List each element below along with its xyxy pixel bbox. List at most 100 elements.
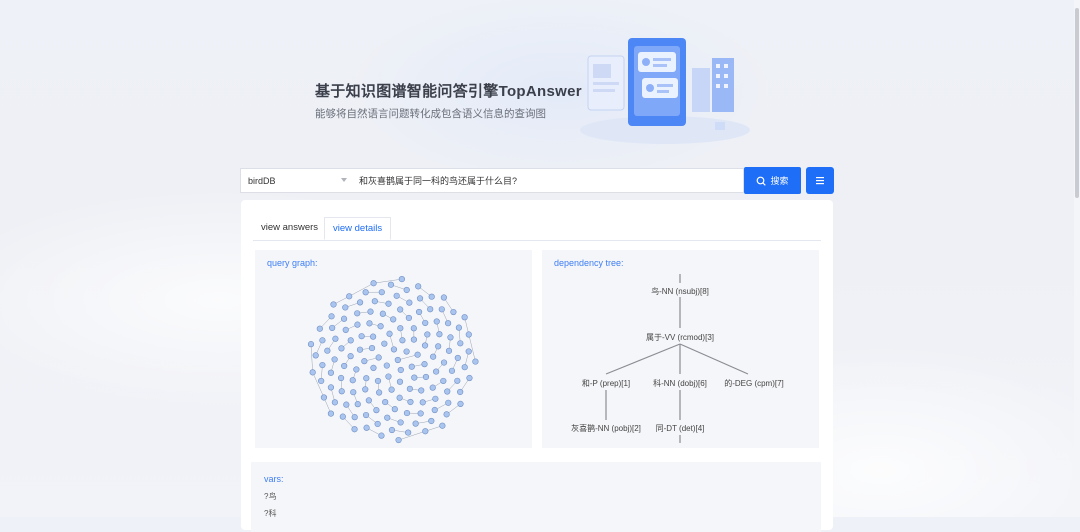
graph-node[interactable]	[364, 425, 370, 431]
graph-node[interactable]	[363, 375, 369, 381]
graph-node[interactable]	[339, 388, 345, 394]
graph-node[interactable]	[328, 385, 334, 391]
graph-node[interactable]	[425, 332, 431, 338]
graph-node[interactable]	[332, 400, 338, 406]
graph-node[interactable]	[409, 364, 415, 370]
graph-node[interactable]	[423, 374, 429, 380]
graph-node[interactable]	[371, 280, 377, 286]
graph-node[interactable]	[407, 386, 413, 392]
query-input[interactable]	[353, 168, 743, 193]
graph-node[interactable]	[440, 423, 446, 429]
graph-node[interactable]	[350, 389, 356, 395]
graph-node[interactable]	[333, 336, 339, 342]
graph-node[interactable]	[387, 331, 393, 337]
graph-node[interactable]	[444, 389, 450, 395]
graph-node[interactable]	[371, 365, 377, 371]
graph-node[interactable]	[308, 341, 314, 347]
graph-node[interactable]	[456, 325, 462, 331]
graph-node[interactable]	[355, 322, 361, 328]
graph-node[interactable]	[374, 407, 380, 413]
graph-node[interactable]	[389, 387, 395, 393]
graph-node[interactable]	[396, 437, 402, 443]
graph-node[interactable]	[434, 319, 440, 325]
graph-node[interactable]	[415, 352, 421, 358]
graph-node[interactable]	[372, 298, 378, 304]
graph-node[interactable]	[332, 357, 338, 363]
graph-node[interactable]	[348, 353, 354, 359]
graph-node[interactable]	[430, 354, 436, 360]
graph-node[interactable]	[340, 414, 346, 420]
graph-node[interactable]	[466, 349, 472, 355]
graph-node[interactable]	[329, 325, 335, 331]
graph-node[interactable]	[458, 340, 464, 346]
graph-node[interactable]	[369, 345, 375, 351]
graph-node[interactable]	[348, 338, 354, 344]
graph-node[interactable]	[325, 348, 331, 354]
graph-node[interactable]	[455, 378, 461, 384]
graph-node[interactable]	[321, 395, 327, 401]
graph-node[interactable]	[423, 428, 429, 434]
graph-node[interactable]	[445, 320, 451, 326]
graph-node[interactable]	[362, 358, 368, 364]
graph-node[interactable]	[341, 316, 347, 322]
graph-node[interactable]	[422, 320, 428, 326]
graph-node[interactable]	[445, 400, 451, 406]
graph-node[interactable]	[346, 294, 352, 300]
graph-node[interactable]	[354, 367, 360, 373]
graph-node[interactable]	[376, 390, 382, 396]
graph-node[interactable]	[444, 412, 450, 418]
graph-node[interactable]	[418, 388, 424, 394]
graph-node[interactable]	[388, 282, 394, 288]
graph-node[interactable]	[418, 411, 424, 417]
graph-node[interactable]	[386, 301, 392, 307]
graph-node[interactable]	[354, 311, 360, 317]
graph-node[interactable]	[363, 412, 369, 418]
graph-node[interactable]	[404, 410, 410, 416]
graph-node[interactable]	[429, 418, 435, 424]
graph-node[interactable]	[441, 378, 447, 384]
graph-node[interactable]	[395, 357, 401, 363]
graph-node[interactable]	[433, 369, 439, 375]
graph-node[interactable]	[328, 411, 334, 417]
graph-node[interactable]	[408, 399, 414, 405]
graph-node[interactable]	[399, 276, 405, 282]
graph-node[interactable]	[352, 426, 358, 432]
graph-node[interactable]	[394, 293, 400, 299]
graph-node[interactable]	[382, 399, 388, 405]
graph-node[interactable]	[398, 420, 404, 426]
graph-node[interactable]	[427, 306, 433, 312]
graph-node[interactable]	[441, 360, 447, 366]
graph-node[interactable]	[386, 374, 392, 380]
graph-node[interactable]	[412, 375, 418, 381]
graph-node[interactable]	[355, 401, 361, 407]
graph-node[interactable]	[397, 307, 403, 313]
graph-node[interactable]	[366, 398, 372, 404]
graph-node[interactable]	[449, 368, 455, 374]
search-button[interactable]: 搜索	[744, 167, 801, 194]
graph-node[interactable]	[439, 307, 445, 313]
graph-node[interactable]	[448, 335, 454, 341]
graph-node[interactable]	[437, 331, 443, 337]
graph-node[interactable]	[458, 401, 464, 407]
graph-node[interactable]	[405, 430, 411, 436]
graph-node[interactable]	[363, 289, 369, 295]
query-graph-canvas[interactable]	[255, 250, 532, 448]
graph-node[interactable]	[455, 355, 461, 361]
graph-node[interactable]	[400, 337, 406, 343]
graph-node[interactable]	[441, 295, 447, 301]
graph-node[interactable]	[390, 317, 396, 323]
graph-node[interactable]	[341, 363, 347, 369]
graph-node[interactable]	[379, 289, 385, 295]
graph-node[interactable]	[367, 321, 373, 327]
graph-node[interactable]	[376, 355, 382, 361]
graph-node[interactable]	[389, 427, 395, 433]
graph-node[interactable]	[313, 353, 319, 359]
graph-node[interactable]	[415, 284, 421, 290]
graph-node[interactable]	[320, 362, 326, 368]
graph-node[interactable]	[384, 363, 390, 369]
tab-view-answers[interactable]: view answers	[253, 217, 326, 239]
graph-node[interactable]	[407, 300, 413, 306]
graph-node[interactable]	[435, 344, 441, 350]
graph-node[interactable]	[432, 407, 438, 413]
graph-node[interactable]	[391, 347, 397, 353]
